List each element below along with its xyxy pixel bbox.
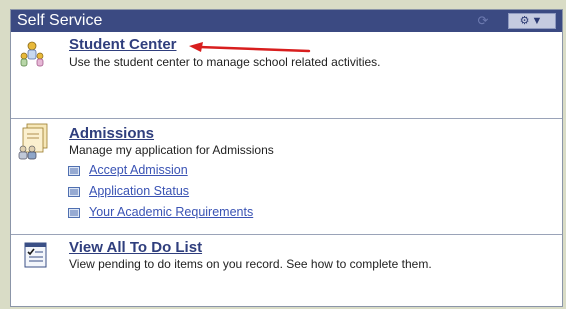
refresh-icon[interactable]: ⟳ — [476, 14, 490, 28]
academic-requirements-link[interactable]: Your Academic Requirements — [89, 205, 253, 219]
list-icon — [68, 187, 80, 197]
panel-title: Self Service — [17, 12, 103, 29]
admissions-link[interactable]: Admissions — [69, 125, 154, 142]
todo-description: View pending to do items on you record. … — [69, 257, 432, 271]
admissions-description: Manage my application for Admissions — [69, 143, 274, 157]
accept-admission-link[interactable]: Accept Admission — [89, 163, 188, 177]
application-status-link[interactable]: Application Status — [89, 184, 189, 198]
student-center-link[interactable]: Student Center — [69, 36, 177, 53]
list-icon — [68, 208, 80, 218]
options-dropdown-button[interactable]: ⚙▼ — [508, 13, 556, 29]
list-icon — [68, 166, 80, 176]
checklist-icon — [24, 242, 47, 268]
self-service-panel: Self Service ⟳ ⚙▼ Student Center Use the… — [10, 9, 563, 307]
chevron-down-icon: ▼ — [531, 15, 545, 27]
student-center-description: Use the student center to manage school … — [69, 55, 381, 69]
view-all-todo-link[interactable]: View All To Do List — [69, 239, 202, 256]
admissions-section: Admissions Manage my application for Adm… — [11, 118, 562, 242]
annotation-arrow — [189, 42, 311, 53]
admissions-icon — [18, 123, 48, 160]
panel-header: Self Service ⟳ ⚙▼ — [11, 10, 562, 32]
student-center-icon — [20, 41, 44, 67]
gear-icon: ⚙ — [519, 15, 532, 27]
todo-section: View All To Do List View pending to do i… — [11, 234, 562, 307]
